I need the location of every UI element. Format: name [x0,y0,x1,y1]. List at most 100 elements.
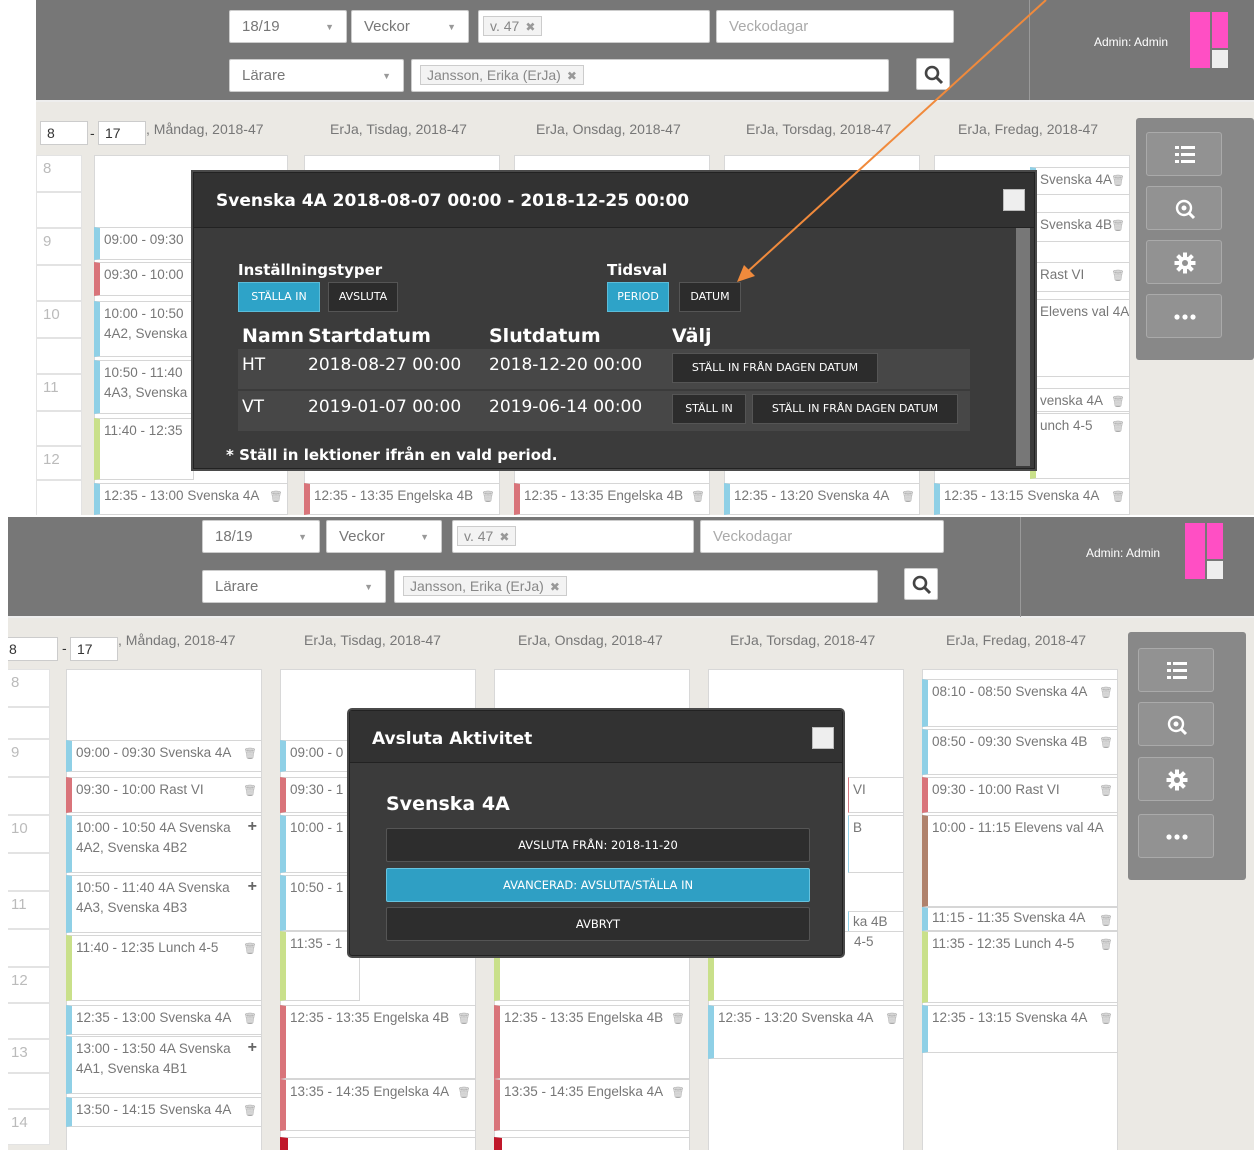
trash-icon[interactable]: 🗑 [901,487,915,507]
lesson-event[interactable]: 12:35 - 13:00 Svenska 4A 🗑 [66,1005,262,1035]
close-icon[interactable] [1003,189,1025,211]
lesson-event[interactable]: 11:40 - 12:35 Lunch 4-5 🗑 [66,935,262,1001]
teacher-chip[interactable]: Jansson, Erika (ErJa) ✖ [403,576,567,596]
week-multiselect[interactable]: v. 47 ✖ [452,520,694,553]
trash-icon[interactable]: 🗑 [691,487,705,507]
lesson-event[interactable]: 11:40 - 12:35 [94,418,194,480]
datum-button[interactable]: DATUM [679,282,741,312]
settings-button[interactable] [1138,757,1214,801]
trash-icon[interactable]: 🗑 [1099,781,1113,801]
search-button[interactable] [904,568,938,600]
lesson-event[interactable] [280,1137,476,1150]
lesson-event[interactable]: Svenska 4B 🗑 [1030,212,1130,242]
zoom-button[interactable] [1138,702,1214,746]
settings-button[interactable] [1146,240,1222,284]
trash-icon[interactable]: 🗑 [457,1009,471,1029]
remove-icon[interactable]: ✖ [499,530,509,544]
lesson-event[interactable]: 12:35 - 13:35 Engelska 4B 🗑 [514,483,710,515]
lesson-event[interactable]: 09:30 - 10:00 Rast VI 🗑 [66,777,262,813]
trash-icon[interactable]: 🗑 [1111,171,1125,191]
lesson-event[interactable]: 09:00 - 09:30 Svenska 4A 🗑 [66,740,262,772]
lesson-event[interactable]: 12:35 - 13:35 Engelska 4B 🗑 [494,1005,690,1079]
end-from-button[interactable]: AVSLUTA FRÅN: 2018-11-20 [386,828,810,862]
lesson-event[interactable]: 09:30 - 1 [280,777,360,813]
close-icon[interactable] [812,727,834,749]
lesson-event[interactable]: venska 4A 🗑 [1030,388,1130,412]
lesson-event[interactable]: 11:15 - 11:35 Svenska 4A 🗑 [922,907,1118,931]
lesson-event[interactable]: 13:35 - 14:35 Engelska 4A 🗑 [494,1079,690,1131]
hour-to-input[interactable]: 17 [98,121,146,145]
lesson-event[interactable]: 12:35 - 13:15 Svenska 4A 🗑 [922,1005,1118,1053]
lesson-event[interactable]: Elevens val 4A [1030,299,1130,377]
lesson-event[interactable]: ka 4B [848,911,904,933]
lesson-event[interactable]: 09:00 - 09:30 [94,227,194,260]
lesson-event[interactable] [494,1137,690,1150]
lesson-event[interactable]: B [848,815,904,873]
trash-icon[interactable]: 🗑 [243,781,257,801]
trash-icon[interactable]: 🗑 [1111,216,1125,236]
lesson-event[interactable]: 10:00 - 11:15 Elevens val 4A [922,815,1118,907]
lesson-event[interactable]: Rast VI 🗑 [1030,262,1130,292]
lesson-event[interactable]: 09:30 - 10:00 Rast VI 🗑 [922,777,1118,813]
trash-icon[interactable]: 🗑 [671,1083,685,1103]
trash-icon[interactable]: 🗑 [243,1101,257,1121]
lesson-event[interactable]: 12:35 - 13:35 Engelska 4B 🗑 [280,1005,476,1079]
set-button[interactable]: STÄLL IN [672,394,746,424]
role-select[interactable]: Lärare ▼ [202,570,386,603]
remove-icon[interactable]: ✖ [567,69,577,83]
trash-icon[interactable]: 🗑 [1099,935,1113,955]
lesson-event[interactable]: 09:30 - 10:00 [94,262,194,296]
week-multiselect[interactable]: v. 47 ✖ [478,10,710,43]
hour-from-input[interactable]: 8 [40,121,88,145]
hour-from-input[interactable]: 8 [8,637,58,661]
stall-in-type-button[interactable]: STÄLLA IN [238,282,320,312]
teacher-multiselect[interactable]: Jansson, Erika (ErJa) ✖ [411,59,889,92]
trash-icon[interactable]: 🗑 [481,487,495,507]
avsluta-type-button[interactable]: AVSLUTA [328,282,398,312]
lesson-event[interactable]: 12:35 - 13:20 Svenska 4A 🗑 [708,1005,904,1059]
lesson-event[interactable]: 12:35 - 13:00 Svenska 4A 🗑 [94,483,288,515]
more-button[interactable] [1138,814,1214,858]
teacher-chip[interactable]: Jansson, Erika (ErJa) ✖ [420,65,584,85]
lesson-event[interactable]: 11:35 - 1 [280,931,360,1001]
teacher-multiselect[interactable]: Jansson, Erika (ErJa) ✖ [394,570,878,603]
lesson-event[interactable]: 10:50 - 11:40 4A3, Svenska [94,360,194,414]
period-type-select[interactable]: Veckor ▼ [351,10,469,43]
period-button[interactable]: PERIOD [607,282,669,312]
trash-icon[interactable]: 🗑 [243,744,257,764]
search-button[interactable] [916,58,950,90]
lesson-event[interactable]: 13:00 - 13:50 4A Svenska 4A1, Svenska 4B1… [66,1036,262,1094]
trash-icon[interactable]: 🗑 [1099,911,1113,930]
scrollbar[interactable] [1016,228,1030,466]
trash-icon[interactable]: 🗑 [243,1009,257,1029]
lesson-event[interactable]: 10:50 - 1 [280,875,360,931]
plus-icon[interactable]: + [248,1038,257,1058]
lesson-event[interactable]: 10:00 - 1 [280,815,360,873]
lesson-event[interactable]: 10:50 - 11:40 4A Svenska 4A3, Svenska 4B3… [66,875,262,933]
lesson-event[interactable]: 12:35 - 13:35 Engelska 4B 🗑 [304,483,500,515]
trash-icon[interactable]: 🗑 [1111,487,1125,507]
trash-icon[interactable]: 🗑 [1099,683,1113,703]
year-select[interactable]: 18/19 ▼ [229,10,347,43]
lesson-event[interactable]: unch 4-5 🗑 [1030,413,1130,479]
lesson-event[interactable]: 09:00 - 0 [280,740,360,772]
lesson-event[interactable]: 10:00 - 10:50 4A2, Svenska [94,301,194,357]
trash-icon[interactable]: 🗑 [1099,1009,1113,1029]
period-type-select[interactable]: Veckor ▼ [326,520,442,553]
zoom-button[interactable] [1146,186,1222,230]
list-view-button[interactable] [1146,132,1222,176]
weekdays-input[interactable]: Veckodagar [700,520,944,553]
lesson-event[interactable]: Svenska 4A 🗑 [1030,167,1130,195]
trash-icon[interactable]: 🗑 [1111,417,1125,437]
plus-icon[interactable]: + [248,877,257,897]
lesson-event[interactable]: VI [848,777,904,813]
lesson-event[interactable]: 11:35 - 12:35 Lunch 4-5 🗑 [922,931,1118,1003]
trash-icon[interactable]: 🗑 [457,1083,471,1103]
trash-icon[interactable]: 🗑 [885,1009,899,1029]
lesson-event[interactable]: 13:50 - 14:15 Svenska 4A 🗑 [66,1097,262,1127]
trash-icon[interactable]: 🗑 [269,487,283,507]
lesson-event[interactable]: 13:35 - 14:35 Engelska 4A 🗑 [280,1079,476,1131]
plus-icon[interactable]: + [248,817,257,837]
cancel-button[interactable]: AVBRYT [386,907,810,941]
advanced-end-button[interactable]: AVANCERAD: AVSLUTA/STÄLLA IN [386,868,810,902]
